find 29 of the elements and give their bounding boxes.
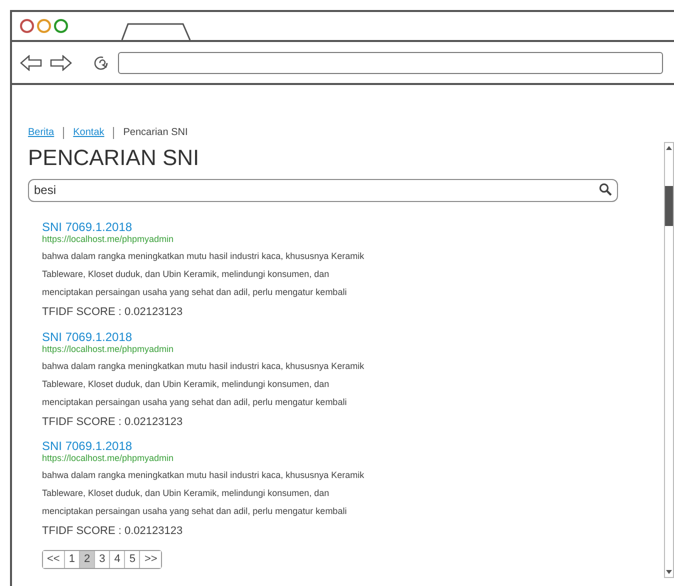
breadcrumb-link[interactable]: Kontak bbox=[73, 125, 104, 140]
page-heading: PENCARIAN SNI bbox=[28, 144, 200, 172]
address-bar[interactable] bbox=[118, 52, 663, 74]
result-url[interactable]: https://localhost.me/phpmyadmin bbox=[42, 453, 664, 464]
result-title[interactable]: SNI 7069.1.2018 bbox=[42, 221, 664, 234]
result-score: TFIDF SCORE : 0.02123123 bbox=[42, 305, 184, 320]
result-snippet: bahwa dalam rangka meningkatkan mutu hasil industri kaca, khususnya Keramik Tableware, Kloset duduk, dan Ubin Keramik, melindungi konsumen, dan menciptakan persaingan usaha yang sehat dan adil, perlu mengatur kembali bbox=[42, 469, 366, 518]
scroll-up-icon[interactable] bbox=[666, 146, 672, 150]
scroll-down-icon[interactable] bbox=[666, 570, 672, 574]
result-title[interactable]: SNI 7069.1.2018 bbox=[42, 330, 664, 344]
browser-tab[interactable] bbox=[121, 22, 191, 40]
forward-arrow-icon[interactable] bbox=[50, 54, 72, 70]
scrollbar-thumb[interactable] bbox=[665, 186, 673, 226]
result-score: TFIDF SCORE : 0.02123123 bbox=[42, 414, 184, 430]
scrollbar[interactable] bbox=[664, 142, 674, 578]
search-icon[interactable] bbox=[599, 183, 612, 196]
result-snippet: bahwa dalam rangka meningkatkan mutu hasil industri kaca, khususnya Keramik Tableware, Kloset duduk, dan Ubin Keramik, melindungi konsumen, dan menciptakan persaingan usaha yang sehat dan adil, perlu mengatur kembali bbox=[42, 360, 366, 409]
back-arrow-icon[interactable] bbox=[20, 54, 42, 70]
result-url[interactable]: https://localhost.me/phpmyadmin bbox=[42, 234, 664, 245]
search-field[interactable]: besi bbox=[28, 178, 618, 202]
result-url[interactable]: https://localhost.me/phpmyadmin bbox=[42, 344, 664, 354]
result-score: TFIDF SCORE : 0.02123123 bbox=[42, 524, 184, 539]
page-button[interactable]: 2 bbox=[78, 550, 94, 568]
breadcrumb-link[interactable]: Berita bbox=[28, 125, 54, 140]
reload-icon[interactable] bbox=[92, 54, 110, 72]
page-button[interactable]: >> bbox=[139, 550, 162, 568]
result-snippet: bahwa dalam rangka meningkatkan mutu hasil industri kaca, khususnya Keramik Tableware, Kloset duduk, dan Ubin Keramik, melindungi konsumen, dan menciptakan persaingan usaha yang sehat dan adil, perlu mengatur kembali bbox=[42, 250, 366, 299]
breadcrumb-current: Pencarian SNI bbox=[123, 126, 188, 140]
result-title[interactable]: SNI 7069.1.2018 bbox=[42, 440, 664, 453]
